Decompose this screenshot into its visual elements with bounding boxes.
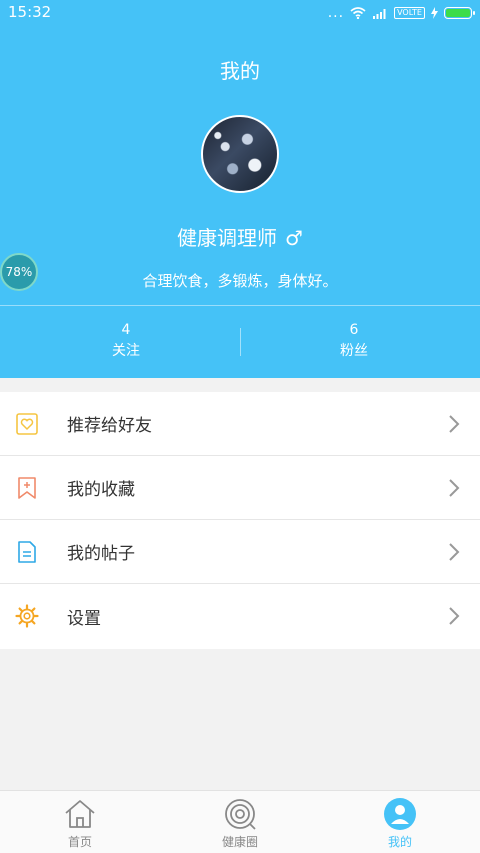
more-dots-icon: ... [327,5,345,21]
document-icon [18,541,36,563]
page-title: 我的 [220,59,260,83]
bookmark-plus-icon [18,477,36,499]
menu-item-label: 我的收藏 [67,480,135,500]
followers-count: 6 [349,322,359,338]
volte-badge: VOLTE [394,7,425,19]
bottom-tab-bar: 首页 健康圈 我的 [0,790,480,853]
target-circle-icon [225,799,256,830]
header-divider [0,305,480,306]
following-stat[interactable]: 4 关注 [6,320,246,362]
following-label: 关注 [112,343,140,359]
male-gender-icon: ♂ [285,226,303,250]
tab-label: 首页 [67,835,92,849]
following-count: 4 [121,322,131,338]
gear-icon [15,604,39,628]
home-icon [65,800,95,828]
profile-name: 健康调理师 [177,226,278,250]
profile-bio: 合理饮食，多锻炼，身体好。 [142,272,338,290]
tab-mine[interactable]: 我的 [320,791,480,853]
chevron-right-icon [449,607,460,625]
tab-home[interactable]: 首页 [0,791,160,853]
profile-header: 15:32 ... VOLTE 我的 健康调理师 ♂ 合理饮食，多锻炼，身体好。… [0,0,480,378]
menu-item-label: 设置 [67,609,101,629]
wifi-icon [350,7,366,19]
chevron-right-icon [449,479,460,497]
menu-item-settings[interactable]: 设置 [0,584,480,649]
tab-label: 健康圈 [221,835,258,849]
tab-health-circle[interactable]: 健康圈 [160,791,320,853]
followers-label: 粉丝 [340,343,368,359]
status-icons: ... VOLTE [327,5,475,21]
status-bar: 15:32 ... VOLTE [0,0,480,26]
menu-item-favorites[interactable]: 我的收藏 [0,456,480,520]
charging-icon [431,7,438,19]
menu-item-my-posts[interactable]: 我的帖子 [0,520,480,584]
floating-ball[interactable]: 78% [0,253,38,291]
tab-label: 我的 [387,835,412,849]
menu-item-label: 我的帖子 [67,544,135,564]
status-time: 15:32 [8,3,52,21]
user-icon [384,798,416,830]
menu-item-label: 推荐给好友 [67,416,152,436]
profile-name-row: 健康调理师 ♂ [0,222,480,251]
chevron-right-icon [449,415,460,433]
battery-icon [444,7,475,19]
followers-stat[interactable]: 6 粉丝 [234,320,474,362]
signal-icon [373,9,386,19]
menu-item-recommend[interactable]: 推荐给好友 [0,392,480,456]
chevron-right-icon [449,543,460,561]
avatar[interactable] [201,115,279,193]
menu-list: 推荐给好友 我的收藏 我的帖子 设置 [0,392,480,649]
heart-card-icon [16,413,38,435]
